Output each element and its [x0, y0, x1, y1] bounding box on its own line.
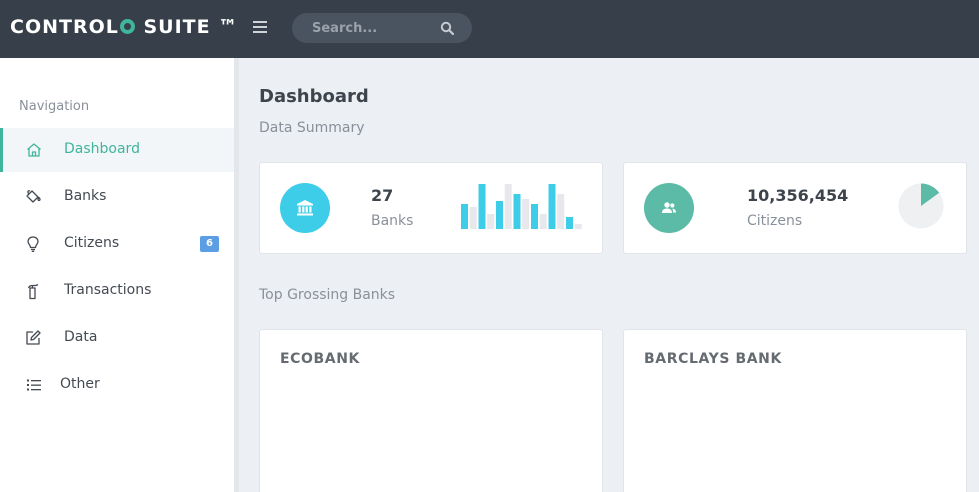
- bar-secondary-3: [504, 184, 512, 229]
- sidebar: Navigation Dashboard Banks Citizens 6 Tr…: [0, 58, 234, 492]
- brand-name-left: CONTROL: [10, 16, 119, 38]
- bar-secondary-6: [557, 194, 565, 229]
- menu-toggle-icon[interactable]: [253, 21, 267, 35]
- bank-icon-circle: [280, 183, 330, 233]
- banks-count: 27: [371, 186, 394, 205]
- brand-o-icon: [119, 19, 135, 34]
- bar-secondary-4: [522, 199, 530, 229]
- sidebar-item-label: Transactions: [64, 282, 152, 298]
- sidebar-divider: [234, 58, 239, 492]
- bank-card-title: BARCLAYS BANK: [644, 351, 782, 367]
- bank-card-barclays: BARCLAYS BANK: [623, 329, 967, 492]
- sidebar-item-data[interactable]: Data: [0, 316, 234, 360]
- citizens-stat-card: 10,356,454 Citizens: [623, 162, 967, 254]
- bar-primary-4: [513, 194, 521, 229]
- banks-label: Banks: [371, 213, 414, 229]
- banks-stat-card: 27 Banks: [259, 162, 603, 254]
- bar-primary-6: [548, 184, 556, 229]
- sidebar-item-dashboard[interactable]: Dashboard: [0, 128, 234, 172]
- fire-extinguisher-icon: [27, 283, 39, 300]
- users-icon: [662, 202, 676, 213]
- edit-icon: [26, 330, 41, 345]
- citizens-label: Citizens: [747, 213, 803, 229]
- data-summary-label: Data Summary: [259, 120, 365, 136]
- bar-primary-1: [461, 204, 468, 229]
- bar-secondary-5: [539, 214, 547, 229]
- search-icon[interactable]: [440, 21, 454, 35]
- brand-logo[interactable]: CONTROL SUITE ™: [10, 16, 238, 38]
- bar-primary-3: [496, 201, 503, 229]
- bar-secondary-7: [574, 224, 582, 229]
- sidebar-item-label: Banks: [64, 188, 107, 204]
- top-bar: CONTROL SUITE ™: [0, 0, 979, 58]
- citizens-pie-chart: [898, 183, 944, 229]
- brand-name-right: SUITE ™: [143, 16, 239, 38]
- page-title: Dashboard: [259, 86, 369, 107]
- bar-primary-2: [478, 184, 486, 229]
- citizens-count: 10,356,454: [747, 186, 849, 205]
- sidebar-item-other[interactable]: Other: [0, 363, 234, 407]
- bar-secondary-2: [487, 214, 495, 229]
- bar-primary-7: [566, 217, 573, 229]
- banks-bar-chart: [461, 184, 582, 229]
- citizens-count-badge: 6: [200, 236, 219, 252]
- sidebar-item-label: Dashboard: [64, 141, 140, 157]
- search-box: [292, 13, 472, 43]
- sidebar-item-label: Citizens: [64, 235, 120, 251]
- sidebar-item-banks[interactable]: Banks: [0, 175, 234, 219]
- sidebar-item-label: Other: [60, 376, 100, 392]
- sidebar-item-citizens[interactable]: Citizens 6: [0, 222, 234, 266]
- home-icon: [27, 143, 41, 157]
- bank-card-ecobank: ECOBANK: [259, 329, 603, 492]
- bar-secondary-1: [469, 207, 477, 229]
- search-input[interactable]: [312, 19, 432, 37]
- users-icon-circle: [644, 183, 694, 233]
- bank-card-title: ECOBANK: [280, 351, 361, 367]
- bank-icon: [297, 200, 313, 216]
- bar-primary-5: [531, 204, 538, 229]
- lightbulb-icon: [27, 236, 39, 252]
- nav-heading: Navigation: [19, 99, 90, 114]
- sidebar-item-transactions[interactable]: Transactions: [0, 269, 234, 313]
- sidebar-item-label: Data: [64, 329, 98, 345]
- top-grossing-banks-label: Top Grossing Banks: [259, 287, 396, 303]
- paint-bucket-icon: [26, 190, 41, 203]
- list-icon: [27, 379, 41, 391]
